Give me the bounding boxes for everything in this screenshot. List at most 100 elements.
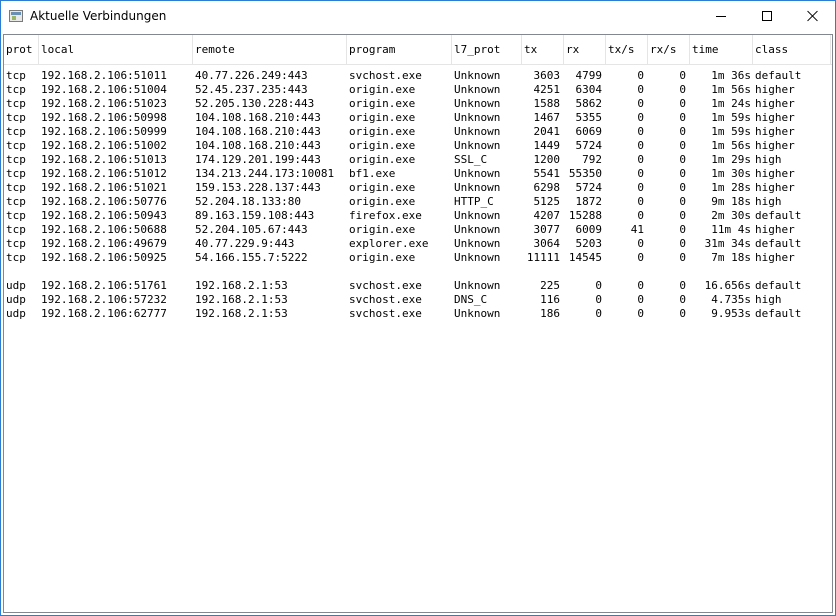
table-row[interactable]: tcp 192.168.2.106:50998 104.108.168.210:44…	[4, 111, 832, 125]
row-program: origin.exe	[349, 251, 416, 264]
row-program: firefox.exe	[349, 209, 422, 222]
row-program: svchost.exe	[349, 307, 422, 320]
row-tx-per-s: 0	[637, 97, 644, 110]
minimize-button[interactable]	[698, 1, 744, 31]
column-label: tx/s	[608, 43, 635, 56]
row-remote: 104.108.168.210:443	[195, 125, 321, 138]
column-label: time	[692, 43, 719, 56]
client-area: prot local remote program l7_prot tx rx …	[1, 32, 835, 615]
table-row[interactable]: udp 192.168.2.106:62777 192.168.2.1:53 svch…	[4, 307, 832, 321]
row-class: higher	[755, 251, 795, 264]
column-header-prot[interactable]: prot	[4, 35, 39, 64]
row-local: 192.168.2.106:51761	[41, 279, 167, 292]
table-row[interactable]: tcp 192.168.2.106:51011 40.77.226.249:443 s…	[4, 69, 832, 83]
row-local: 192.168.2.106:51011	[41, 69, 167, 82]
row-local: 192.168.2.106:51012	[41, 167, 167, 180]
row-prot: tcp	[6, 223, 26, 236]
row-prot: tcp	[6, 209, 26, 222]
row-rx-per-s: 0	[679, 139, 686, 152]
row-remote: 52.204.105.67:443	[195, 223, 308, 236]
row-rx-per-s: 0	[679, 181, 686, 194]
table-row[interactable]: tcp 192.168.2.106:51002 104.108.168.210:44…	[4, 139, 832, 153]
table-row[interactable]: tcp 192.168.2.106:50688 52.204.105.67:443 o…	[4, 223, 832, 237]
row-remote: 52.204.18.133:80	[195, 195, 301, 208]
row-local: 192.168.2.106:62777	[41, 307, 167, 320]
row-local: 192.168.2.106:51004	[41, 83, 167, 96]
row-tx-per-s: 41	[630, 223, 644, 236]
row-time: 1m 24s	[711, 97, 751, 110]
table-row[interactable]: tcp 192.168.2.106:49679 40.77.229.9:443 exp…	[4, 237, 832, 251]
row-remote: 89.163.159.108:443	[195, 209, 315, 222]
row-tx-per-s: 0	[637, 293, 644, 306]
row-program: svchost.exe	[349, 69, 422, 82]
table-row[interactable]: tcp 192.168.2.106:51004 52.45.237.235:443 o…	[4, 83, 832, 97]
row-prot: tcp	[6, 167, 26, 180]
row-remote: 40.77.229.9:443	[195, 237, 295, 250]
row-time: 9m 18s	[711, 195, 751, 208]
row-class: higher	[755, 97, 795, 110]
row-rx: 0	[595, 307, 602, 320]
table-row[interactable]: tcp 192.168.2.106:51013 174.129.201.199:44…	[4, 153, 832, 167]
title-bar[interactable]: Aktuelle Verbindungen	[1, 1, 835, 32]
row-tx-per-s: 0	[637, 307, 644, 320]
row-tx-per-s: 0	[637, 279, 644, 292]
connections-list[interactable]: prot local remote program l7_prot tx rx …	[3, 34, 833, 613]
row-time: 1m 59s	[711, 125, 751, 138]
table-row[interactable]: tcp 192.168.2.106:50999 104.108.168.210:44…	[4, 125, 832, 139]
row-rx: 55350	[568, 167, 602, 180]
column-header-l7-prot[interactable]: l7_prot	[452, 35, 522, 64]
minimize-icon	[716, 15, 726, 17]
column-header-rx-per-s[interactable]: rx/s	[648, 35, 690, 64]
column-header-tx[interactable]: tx	[522, 35, 564, 64]
row-tx: 5541	[533, 167, 561, 180]
column-header-tx-per-s[interactable]: tx/s	[606, 35, 648, 64]
row-remote: 104.108.168.210:443	[195, 139, 321, 152]
row-remote: 54.166.155.7:5222	[195, 251, 308, 264]
row-prot: tcp	[6, 139, 26, 152]
row-class: higher	[755, 223, 795, 236]
row-tx-per-s: 0	[637, 181, 644, 194]
row-remote: 104.108.168.210:443	[195, 111, 321, 124]
row-prot: tcp	[6, 125, 26, 138]
table-row[interactable]: udp 192.168.2.106:51761 192.168.2.1:53 svch…	[4, 279, 832, 293]
row-tx-per-s: 0	[637, 83, 644, 96]
row-rx-per-s: 0	[679, 307, 686, 320]
row-tx-per-s: 0	[637, 125, 644, 138]
column-header-program[interactable]: program	[347, 35, 452, 64]
row-time: 9.953s	[711, 307, 751, 320]
table-row[interactable]: tcp 192.168.2.106:50925 54.166.155.7:5222 o…	[4, 251, 832, 265]
column-header-time[interactable]: time	[690, 35, 753, 64]
column-header-remote[interactable]: remote	[193, 35, 347, 64]
row-time: 1m 28s	[711, 181, 751, 194]
row-tx: 2041	[533, 125, 561, 138]
row-program: origin.exe	[349, 139, 416, 152]
column-header-class[interactable]: class	[753, 35, 831, 64]
table-row[interactable]: tcp 192.168.2.106:51023 52.205.130.228:443…	[4, 97, 832, 111]
table-row[interactable]: tcp 192.168.2.106:51012 134.213.244.173:10…	[4, 167, 832, 181]
row-tx: 186	[540, 307, 560, 320]
row-class: higher	[755, 83, 795, 96]
table-row[interactable]: tcp 192.168.2.106:50776 52.204.18.133:80 or…	[4, 195, 832, 209]
row-class: higher	[755, 125, 795, 138]
table-row[interactable]: udp 192.168.2.106:57232 192.168.2.1:53 svch…	[4, 293, 832, 307]
row-program: origin.exe	[349, 153, 416, 166]
row-local: 192.168.2.106:50998	[41, 111, 167, 124]
table-row[interactable]: tcp 192.168.2.106:51021 159.153.228.137:44…	[4, 181, 832, 195]
row-rx: 14545	[568, 251, 602, 264]
close-icon	[807, 10, 819, 22]
row-time: 16.656s	[704, 279, 751, 292]
row-rx: 0	[595, 279, 602, 292]
maximize-button[interactable]	[744, 1, 790, 31]
column-header-rx[interactable]: rx	[564, 35, 606, 64]
row-tx: 4207	[533, 209, 561, 222]
list-rows: tcp 192.168.2.106:51011 40.77.226.249:443 s…	[4, 65, 832, 321]
table-row[interactable]: tcp 192.168.2.106:50943 89.163.159.108:443…	[4, 209, 832, 223]
column-header-local[interactable]: local	[39, 35, 193, 64]
row-local: 192.168.2.106:50925	[41, 251, 167, 264]
close-button[interactable]	[790, 1, 835, 31]
column-label: program	[349, 43, 396, 56]
row-rx: 5724	[575, 139, 603, 152]
row-rx-per-s: 0	[679, 237, 686, 250]
row-tx: 6298	[533, 181, 561, 194]
row-class: high	[755, 195, 782, 208]
